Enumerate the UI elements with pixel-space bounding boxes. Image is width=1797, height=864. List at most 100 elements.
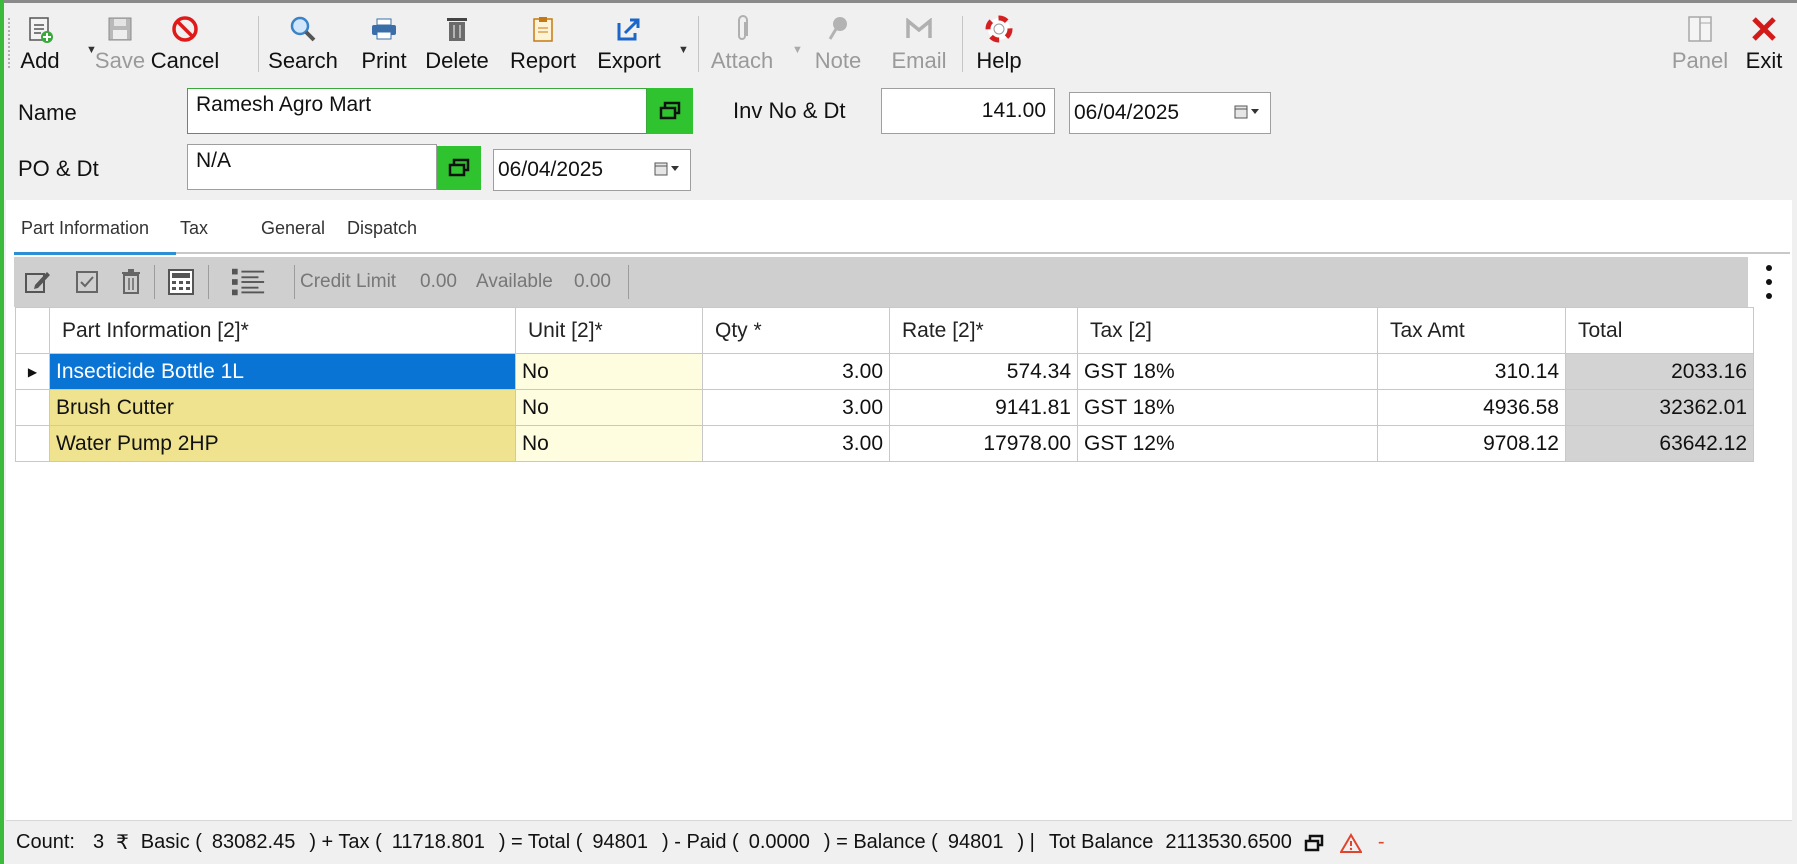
table-cell-qty[interactable]: 3.00 [703, 390, 890, 426]
print-button[interactable]: Print [356, 6, 412, 78]
help-button[interactable]: Help [972, 6, 1026, 78]
column-header-part-information[interactable]: Part Information [2]* [50, 307, 516, 354]
main-toolbar: Add ▼ Save Cancel Search Print Delete Re… [6, 6, 1794, 78]
invoice-number-input[interactable]: 141.00 [881, 88, 1055, 134]
exit-button[interactable]: Exit [1742, 6, 1786, 78]
note-label: Note [814, 48, 862, 73]
calendar-dropdown-icon[interactable] [1234, 104, 1262, 120]
column-header-tax-amt[interactable]: Tax Amt [1378, 307, 1566, 354]
email-label: Email [891, 48, 947, 73]
search-label: Search [268, 48, 338, 73]
table-cell-qty[interactable]: 3.00 [703, 426, 890, 462]
tab-part-information[interactable]: Part Information [21, 218, 149, 239]
cancel-button[interactable]: Cancel [151, 6, 219, 78]
status-bar: Count: 3 ₹ Basic ( 83082.45 ) + Tax ( 11… [6, 820, 1792, 864]
row-selector[interactable] [15, 426, 50, 462]
table-cell-total[interactable]: 2033.16 [1566, 354, 1754, 390]
table-cell-unit[interactable]: No [516, 390, 703, 426]
windows-restore-icon [448, 158, 470, 177]
add-document-icon [23, 12, 57, 46]
po-lookup-button[interactable] [437, 146, 481, 190]
pushpin-icon [821, 12, 855, 46]
status-separator: ) | [1017, 831, 1035, 853]
basic-label: Basic ( [140, 831, 202, 853]
close-icon [1747, 12, 1781, 46]
trash-icon [122, 269, 140, 294]
column-header-qty[interactable]: Qty * [703, 307, 890, 354]
export-button[interactable]: Export [594, 6, 664, 78]
edit-icon [25, 272, 50, 293]
name-label: Name [18, 100, 77, 125]
table-cell-rate[interactable]: 17978.00 [890, 426, 1078, 462]
table-cell-part[interactable]: Insecticide Bottle 1L [50, 354, 516, 390]
table-cell-tax[interactable]: GST 18% [1078, 390, 1378, 426]
column-header-unit[interactable]: Unit [2]* [516, 307, 703, 354]
checkbox-icon [76, 271, 98, 293]
table-cell-part[interactable]: Brush Cutter [50, 390, 516, 426]
name-input[interactable]: Ramesh Agro Mart [187, 88, 647, 134]
table-cell-rate[interactable]: 574.34 [890, 354, 1078, 390]
table-cell-tax-amt[interactable]: 9708.12 [1378, 426, 1566, 462]
paid-label: ) - Paid ( [662, 831, 739, 853]
column-header-rate[interactable]: Rate [2]* [890, 307, 1078, 354]
column-header-total[interactable]: Total [1566, 307, 1754, 354]
table-cell-total[interactable]: 32362.01 [1566, 390, 1754, 426]
tab-general[interactable]: General [261, 218, 325, 239]
row-selector[interactable]: ▶ [15, 354, 50, 390]
search-button[interactable]: Search [268, 6, 338, 78]
toolbar-divider [962, 16, 963, 72]
invoice-date-picker[interactable]: 06/04/2025 [1069, 92, 1271, 134]
table-cell-qty[interactable]: 3.00 [703, 354, 890, 390]
toolbar-grip[interactable] [8, 18, 10, 68]
tab-tax[interactable]: Tax [180, 218, 208, 239]
delete-row-button[interactable] [114, 265, 148, 299]
save-button[interactable]: Save [95, 6, 145, 78]
list-icon [232, 268, 265, 296]
add-button[interactable]: Add [18, 6, 62, 78]
po-date-picker[interactable]: 06/04/2025 [493, 149, 691, 191]
list-view-button[interactable] [232, 265, 266, 299]
table-cell-tax-amt[interactable]: 310.14 [1378, 354, 1566, 390]
export-dropdown-caret-icon[interactable]: ▼ [678, 44, 689, 56]
current-row-arrow-icon: ▶ [27, 364, 38, 379]
row-selector[interactable] [15, 390, 50, 426]
calculator-button[interactable] [164, 265, 198, 299]
attach-dropdown-caret-icon[interactable]: ▼ [792, 44, 803, 56]
select-row-button[interactable] [70, 265, 104, 299]
table-cell-tax[interactable]: GST 18% [1078, 354, 1378, 390]
invoice-date-value: 06/04/2025 [1074, 101, 1180, 124]
note-button[interactable]: Note [810, 6, 866, 78]
balance-value: 94801 [947, 831, 1004, 853]
warning-icon[interactable] [1339, 832, 1362, 853]
tot-balance-value: 2113530.6500 [1165, 831, 1292, 853]
email-button[interactable]: Email [890, 6, 948, 78]
report-button[interactable]: Report [508, 6, 578, 78]
delete-label: Delete [425, 48, 489, 73]
calendar-dropdown-icon[interactable] [654, 161, 682, 177]
column-header-tax[interactable]: Tax [2] [1078, 307, 1378, 354]
po-date-value: 06/04/2025 [498, 158, 604, 181]
table-cell-unit[interactable]: No [516, 354, 703, 390]
table-cell-unit[interactable]: No [516, 426, 703, 462]
windows-restore-icon [659, 101, 681, 120]
table-cell-tax[interactable]: GST 12% [1078, 426, 1378, 462]
table-cell-tax-amt[interactable]: 4936.58 [1378, 390, 1566, 426]
more-options-icon[interactable] [1764, 265, 1774, 299]
toolbar-divider [698, 16, 699, 72]
table-cell-rate[interactable]: 9141.81 [890, 390, 1078, 426]
trash-icon [440, 12, 474, 46]
active-tab-indicator [14, 252, 176, 255]
grid-toolbar-divider [628, 265, 629, 299]
delete-button[interactable]: Delete [422, 6, 492, 78]
table-cell-total[interactable]: 63642.12 [1566, 426, 1754, 462]
attach-button[interactable]: Attach [708, 6, 776, 78]
edit-row-button[interactable] [20, 265, 54, 299]
gmail-icon [902, 12, 936, 46]
table-cell-part[interactable]: Water Pump 2HP [50, 426, 516, 462]
count-label: Count: [16, 831, 75, 853]
name-lookup-button[interactable] [647, 88, 693, 134]
tab-dispatch[interactable]: Dispatch [347, 218, 417, 239]
po-input[interactable]: N/A [187, 144, 437, 190]
panel-button[interactable]: Panel [1670, 6, 1730, 78]
windows-restore-icon[interactable] [1304, 834, 1324, 852]
